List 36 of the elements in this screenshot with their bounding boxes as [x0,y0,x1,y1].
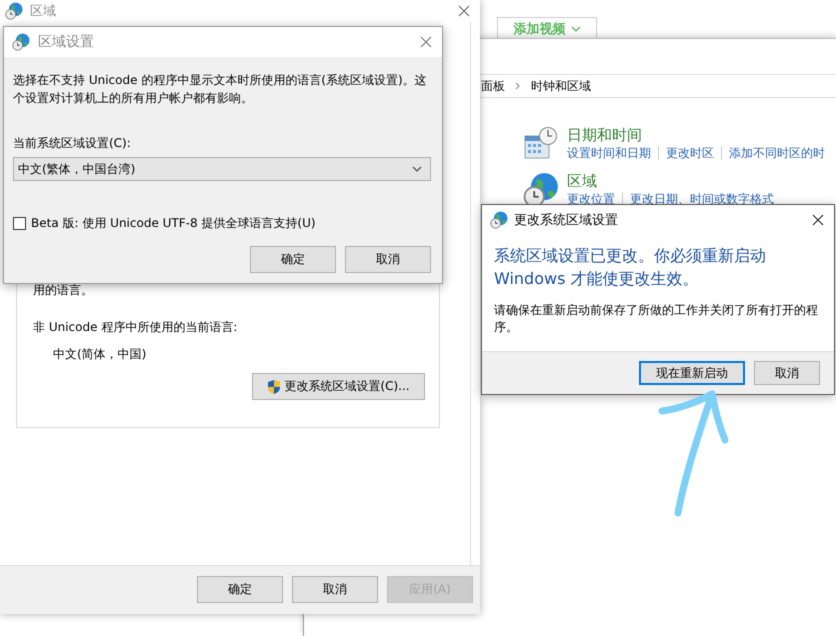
locale-dropdown[interactable]: 中文(繁体，中国台湾) [13,157,431,181]
category-title[interactable]: 日期和时间 [567,126,642,145]
chevron-icon [515,82,521,90]
change-locale-button[interactable]: 更改系统区域设置(C)... [252,373,425,400]
dialog-title: 区域设置 [38,33,95,51]
current-language: 中文(简体，中国) [53,346,148,363]
category-link[interactable]: 更改时区 [658,146,721,160]
globe-icon [5,2,23,20]
checkbox[interactable] [13,217,26,230]
dropdown-value: 中文(繁体，中国台湾) [18,160,136,178]
dialog-button[interactable]: 确定 [197,576,283,603]
current-language-label: 非 Unicode 程序中所使用的当前语言: [33,319,238,336]
dialog-button[interactable]: 取消 [345,246,431,273]
category-link[interactable]: 添加不同时区的时 [721,146,832,160]
description-text: 选择在不支持 Unicode 的程序中显示文本时所使用的语言(系统区域设置)。这个设置对计算机上的所有用户帐户都有影响。 [13,72,428,107]
dialog-title: 更改系统区域设置 [514,212,619,228]
dialog-message: 请确保在重新启动前保存了所做的工作并关闭了所有打开的程序。 [494,302,819,336]
dialog-heading: 系统区域设置已更改。你必须重新启动 Windows 才能使更改生效。 [494,245,767,290]
panel-text: 用的语言。 [33,282,94,299]
category-link[interactable]: 设置时间和日期 [567,146,658,160]
category-title[interactable]: 区域 [567,172,597,191]
breadcrumb-item[interactable]: 面板 [481,78,505,94]
close-icon[interactable] [812,214,824,226]
dropdown-caret-icon [412,166,422,172]
shield-icon [267,378,282,394]
locale-label: 当前系统区域设置(C): [13,135,132,152]
breadcrumb-item[interactable]: 时钟和区域 [531,78,591,94]
dropdown-caret-icon [570,26,580,32]
dialog-button[interactable]: 确定 [250,246,336,273]
globe-icon [12,33,30,51]
dialog-button[interactable]: 取消 [292,576,378,603]
dialog-button[interactable]: 现在重新启动 [639,361,745,385]
dialog-button[interactable]: 取消 [754,361,820,385]
checkbox-label[interactable]: Beta 版: 使用 Unicode UTF-8 提供全球语言支持(U) [31,215,316,232]
globe-icon [490,210,508,228]
window-title: 区域 [30,3,57,20]
